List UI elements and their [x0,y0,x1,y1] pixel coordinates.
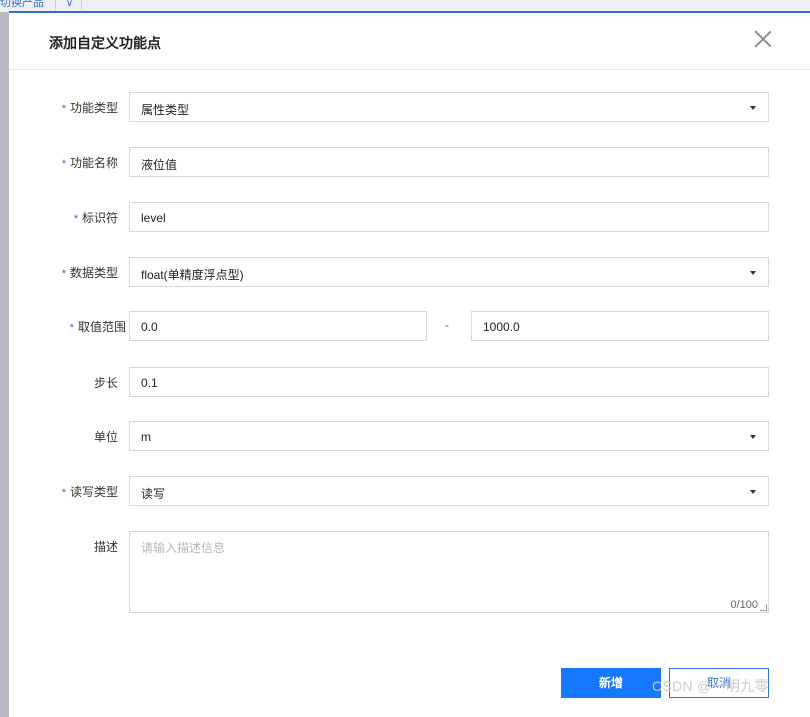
function-name-label: * 功能名称 [61,156,118,170]
description-label: 描述 [93,540,118,554]
dialog-header: 添加自定义功能点 [9,13,810,70]
rw-type-select[interactable]: 读写 [129,476,769,506]
add-function-dialog: 添加自定义功能点 * 功能类型 属性类型 * 功能名称 液位值 * 标识符 level… [9,11,810,717]
caret-down-icon [750,271,756,275]
rw-type-row: * 读写类型 读写 [9,476,810,506]
range-separator: - [445,318,449,332]
required-mark: * [61,103,66,115]
function-type-value: 属性类型 [141,103,190,117]
caret-down-icon [750,435,756,439]
required-mark: * [61,487,66,499]
identifier-value: level [141,211,166,225]
function-name-row: * 功能名称 液位值 [9,147,810,177]
function-name-input[interactable]: 液位值 [129,147,769,177]
submit-button[interactable]: 新增 [561,668,661,698]
step-label: 步长 [93,376,118,390]
data-type-label: * 数据类型 [61,266,118,280]
data-type-value: float(单精度浮点型) [141,268,244,282]
required-mark: * [61,158,66,170]
watermark: CSDN @一明九零 [652,678,769,694]
resize-handle[interactable] [760,604,767,611]
required-mark: * [69,322,74,334]
caret-down-icon [750,490,756,494]
step-row: 步长 0.1 [9,367,810,397]
data-type-row: * 数据类型 float(单精度浮点型) [9,257,810,287]
value-range-row: * 取值范围 0.0 - 1000.0 [9,311,810,341]
rw-type-label: * 读写类型 [61,485,118,499]
data-type-select[interactable]: float(单精度浮点型) [129,257,769,287]
dialog-title: 添加自定义功能点 [49,35,161,51]
identifier-label: * 标识符 [73,211,118,225]
range-max-value: 1000.0 [483,320,520,334]
identifier-input[interactable]: level [129,202,769,232]
range-min-input[interactable]: 0.0 [129,311,427,341]
range-min-value: 0.0 [141,320,158,334]
required-mark: * [61,268,66,280]
rw-type-value: 读写 [141,487,166,501]
description-placeholder: 请输入描述信息 [141,541,226,555]
function-type-row: * 功能类型 属性类型 [9,92,810,122]
character-counter: 0/100 [730,599,758,611]
unit-select[interactable]: m [129,421,769,451]
chevron-down-icon[interactable]: ∨ [58,0,82,10]
close-icon[interactable] [754,30,772,48]
unit-label: 单位 [93,430,118,444]
value-range-label: * 取值范围 [69,320,126,334]
range-max-input[interactable]: 1000.0 [471,311,769,341]
unit-value: m [141,430,151,444]
unit-row: 单位 m [9,421,810,451]
caret-down-icon [750,106,756,110]
function-type-select[interactable]: 属性类型 [129,92,769,122]
required-mark: * [73,213,78,225]
identifier-row: * 标识符 level [9,202,810,232]
function-name-value: 液位值 [141,158,178,172]
function-type-label: * 功能类型 [61,101,118,115]
step-input[interactable]: 0.1 [129,367,769,397]
description-textarea[interactable]: 请输入描述信息 0/100 [129,531,769,613]
step-value: 0.1 [141,376,158,390]
